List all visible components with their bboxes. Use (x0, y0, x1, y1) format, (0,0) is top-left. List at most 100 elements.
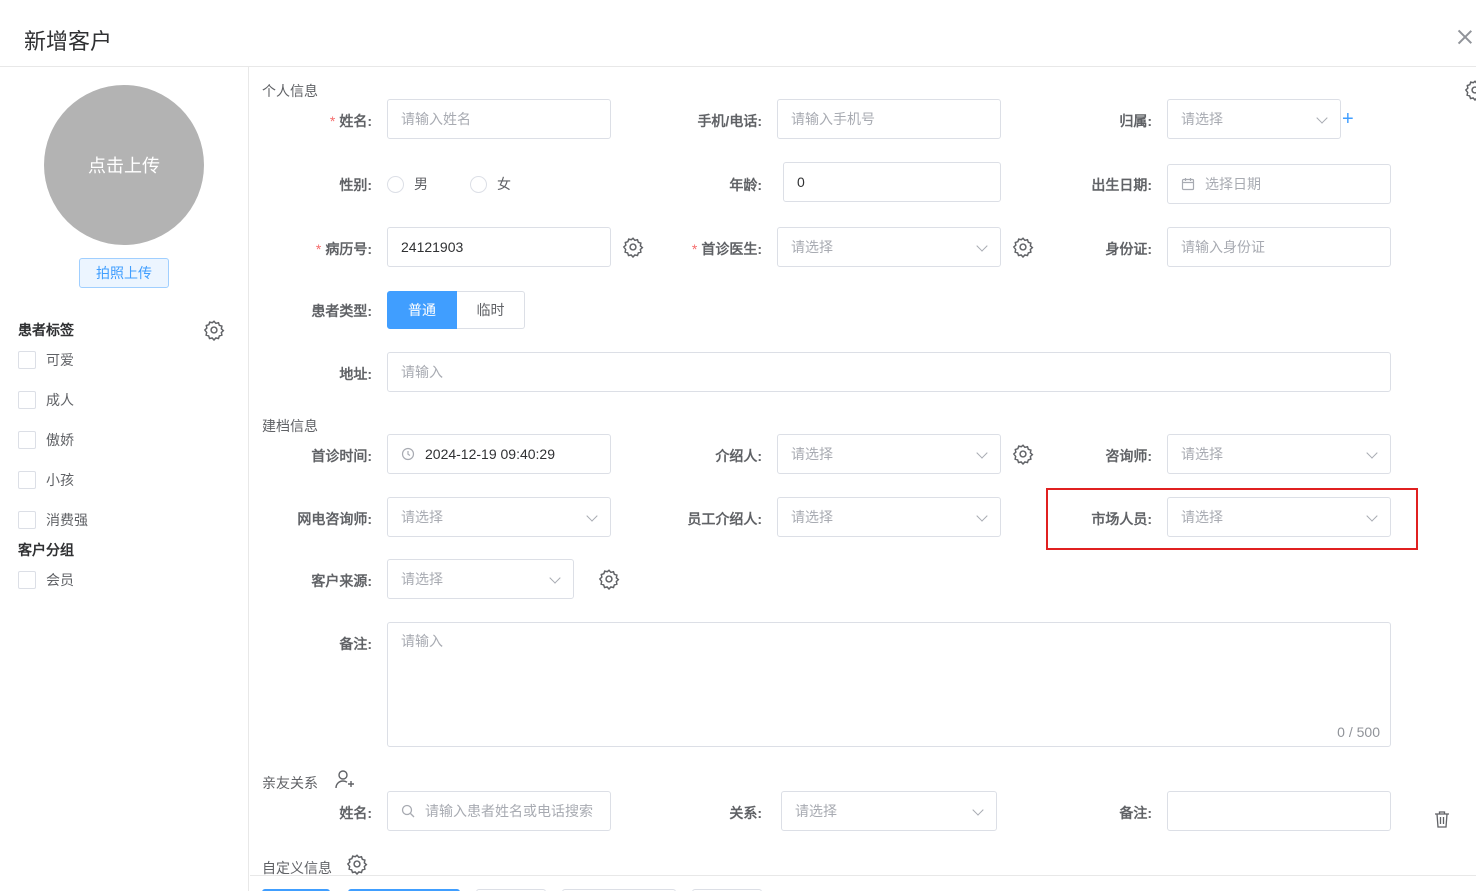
address-input[interactable]: 请输入 (387, 352, 1391, 392)
referrer-settings-gear-icon[interactable] (1012, 443, 1034, 465)
close-icon[interactable] (1456, 28, 1474, 46)
checkbox-box[interactable] (18, 431, 36, 449)
required-mark: * (691, 241, 698, 257)
first-doctor-label: * 首诊医生: (692, 239, 762, 259)
checkbox-box[interactable] (18, 511, 36, 529)
phone-placeholder: 请输入手机号 (791, 111, 875, 127)
clock-icon (401, 447, 415, 461)
chevron-down-icon (976, 240, 988, 252)
name-label-text: 姓名: (339, 113, 372, 129)
birth-date-picker[interactable]: 选择日期 (1167, 164, 1391, 204)
belong-select[interactable]: 请选择 (1167, 99, 1341, 139)
relatives-section-title: 亲友关系 (262, 775, 318, 791)
first-visit-time-picker[interactable]: 2024-12-19 09:40:29 (387, 434, 611, 474)
gender-radio-female[interactable]: 女 (470, 174, 511, 194)
sidebar: 点击上传 拍照上传 患者标签 可爱 成人 傲娇 小孩 消费强 客户分组 会员 (0, 67, 249, 891)
tag-checkbox[interactable]: 小孩 (18, 470, 74, 490)
patient-type-temporary[interactable]: 临时 (457, 291, 525, 329)
referrer-select[interactable]: 请选择 (777, 434, 1001, 474)
customer-groups-title: 客户分组 (18, 542, 74, 558)
id-card-input[interactable]: 请输入身份证 (1167, 227, 1391, 267)
referrer-placeholder: 请选择 (791, 446, 833, 462)
name-label: * 姓名: (330, 111, 372, 131)
remark-label: 备注: (339, 636, 372, 652)
market-staff-select[interactable]: 请选择 (1167, 497, 1391, 537)
consultant-select[interactable]: 请选择 (1167, 434, 1391, 474)
market-staff-placeholder: 请选择 (1181, 509, 1223, 525)
chevron-down-icon (1366, 510, 1378, 522)
patient-tags-title: 患者标签 (18, 322, 74, 338)
consultant-label: 咨询师: (1105, 448, 1152, 464)
form-settings-gear-icon[interactable] (1464, 79, 1476, 101)
online-consultant-placeholder: 请选择 (401, 509, 443, 525)
add-belong-plus-icon[interactable]: + (1342, 108, 1354, 131)
age-label: 年龄: (729, 177, 762, 193)
relative-search-placeholder: 请输入患者姓名或电话搜索 (425, 803, 593, 819)
record-number-label-text: 病历号: (325, 241, 372, 257)
gender-option-label: 女 (497, 176, 511, 192)
staff-referrer-select[interactable]: 请选择 (777, 497, 1001, 537)
footer-button-bar (250, 875, 1476, 891)
group-label: 会员 (46, 572, 74, 588)
gender-option-label: 男 (414, 176, 428, 192)
market-staff-label: 市场人员: (1091, 511, 1152, 527)
checkbox-box[interactable] (18, 351, 36, 369)
record-number-input[interactable]: 24121903 (387, 227, 611, 267)
calendar-icon (1181, 177, 1195, 191)
belong-placeholder: 请选择 (1181, 111, 1223, 127)
first-visit-time-label: 首诊时间: (311, 448, 372, 464)
name-input[interactable]: 请输入姓名 (387, 99, 611, 139)
customer-source-select[interactable]: 请选择 (387, 559, 574, 599)
online-consultant-select[interactable]: 请选择 (387, 497, 611, 537)
tag-label: 小孩 (46, 472, 74, 488)
relation-label: 关系: (729, 805, 762, 821)
tag-checkbox[interactable]: 成人 (18, 390, 74, 410)
doctor-settings-gear-icon[interactable] (1012, 236, 1034, 258)
address-label: 地址: (339, 366, 372, 382)
photo-upload-button[interactable]: 拍照上传 (79, 258, 169, 288)
dialog-header: 新增客户 (0, 0, 1476, 67)
form-main: 个人信息 * 姓名: 请输入姓名 手机/电话: 请输入手机号 归属: 请选择 + … (250, 67, 1476, 891)
group-checkbox[interactable]: 会员 (18, 570, 74, 590)
remark-textarea[interactable]: 请输入 0 / 500 (387, 622, 1391, 747)
referrer-label: 介绍人: (715, 448, 762, 464)
record-settings-gear-icon[interactable] (622, 236, 644, 258)
tag-checkbox[interactable]: 可爱 (18, 350, 74, 370)
chevron-down-icon (976, 447, 988, 459)
search-icon (401, 804, 415, 818)
age-input[interactable]: 0 (783, 162, 1001, 202)
relative-search-input[interactable]: 请输入患者姓名或电话搜索 (387, 791, 611, 831)
checkbox-box[interactable] (18, 471, 36, 489)
phone-input[interactable]: 请输入手机号 (777, 99, 1001, 139)
chevron-down-icon (586, 510, 598, 522)
custom-settings-gear-icon[interactable] (346, 853, 368, 875)
tag-label: 消费强 (46, 512, 88, 528)
first-doctor-select[interactable]: 请选择 (777, 227, 1001, 267)
remark-placeholder: 请输入 (401, 633, 443, 649)
patient-type-normal[interactable]: 普通 (387, 291, 457, 329)
required-mark: * (329, 113, 336, 129)
tag-checkbox[interactable]: 消费强 (18, 510, 88, 530)
first-visit-time-value: 2024-12-19 09:40:29 (425, 446, 555, 462)
phone-label: 手机/电话: (697, 113, 762, 129)
avatar-upload-label: 点击上传 (88, 156, 160, 176)
customer-source-label: 客户来源: (311, 573, 372, 589)
avatar-upload[interactable]: 点击上传 (44, 85, 204, 245)
checkbox-box[interactable] (18, 391, 36, 409)
tag-label: 傲娇 (46, 432, 74, 448)
checkbox-box[interactable] (18, 571, 36, 589)
radio-circle[interactable] (470, 175, 487, 193)
dialog-title: 新增客户 (24, 29, 113, 54)
delete-trash-icon[interactable] (1434, 810, 1450, 828)
relative-remark-input[interactable] (1167, 791, 1391, 831)
chevron-down-icon (972, 804, 984, 816)
source-settings-gear-icon[interactable] (598, 568, 620, 590)
tag-checkbox[interactable]: 傲娇 (18, 430, 74, 450)
radio-circle[interactable] (387, 175, 404, 193)
tag-label: 可爱 (46, 352, 74, 368)
tags-settings-gear-icon[interactable] (203, 319, 225, 341)
gender-radio-male[interactable]: 男 (387, 174, 428, 194)
staff-referrer-placeholder: 请选择 (791, 509, 833, 525)
add-relative-user-icon[interactable] (334, 768, 356, 790)
relation-select[interactable]: 请选择 (781, 791, 997, 831)
